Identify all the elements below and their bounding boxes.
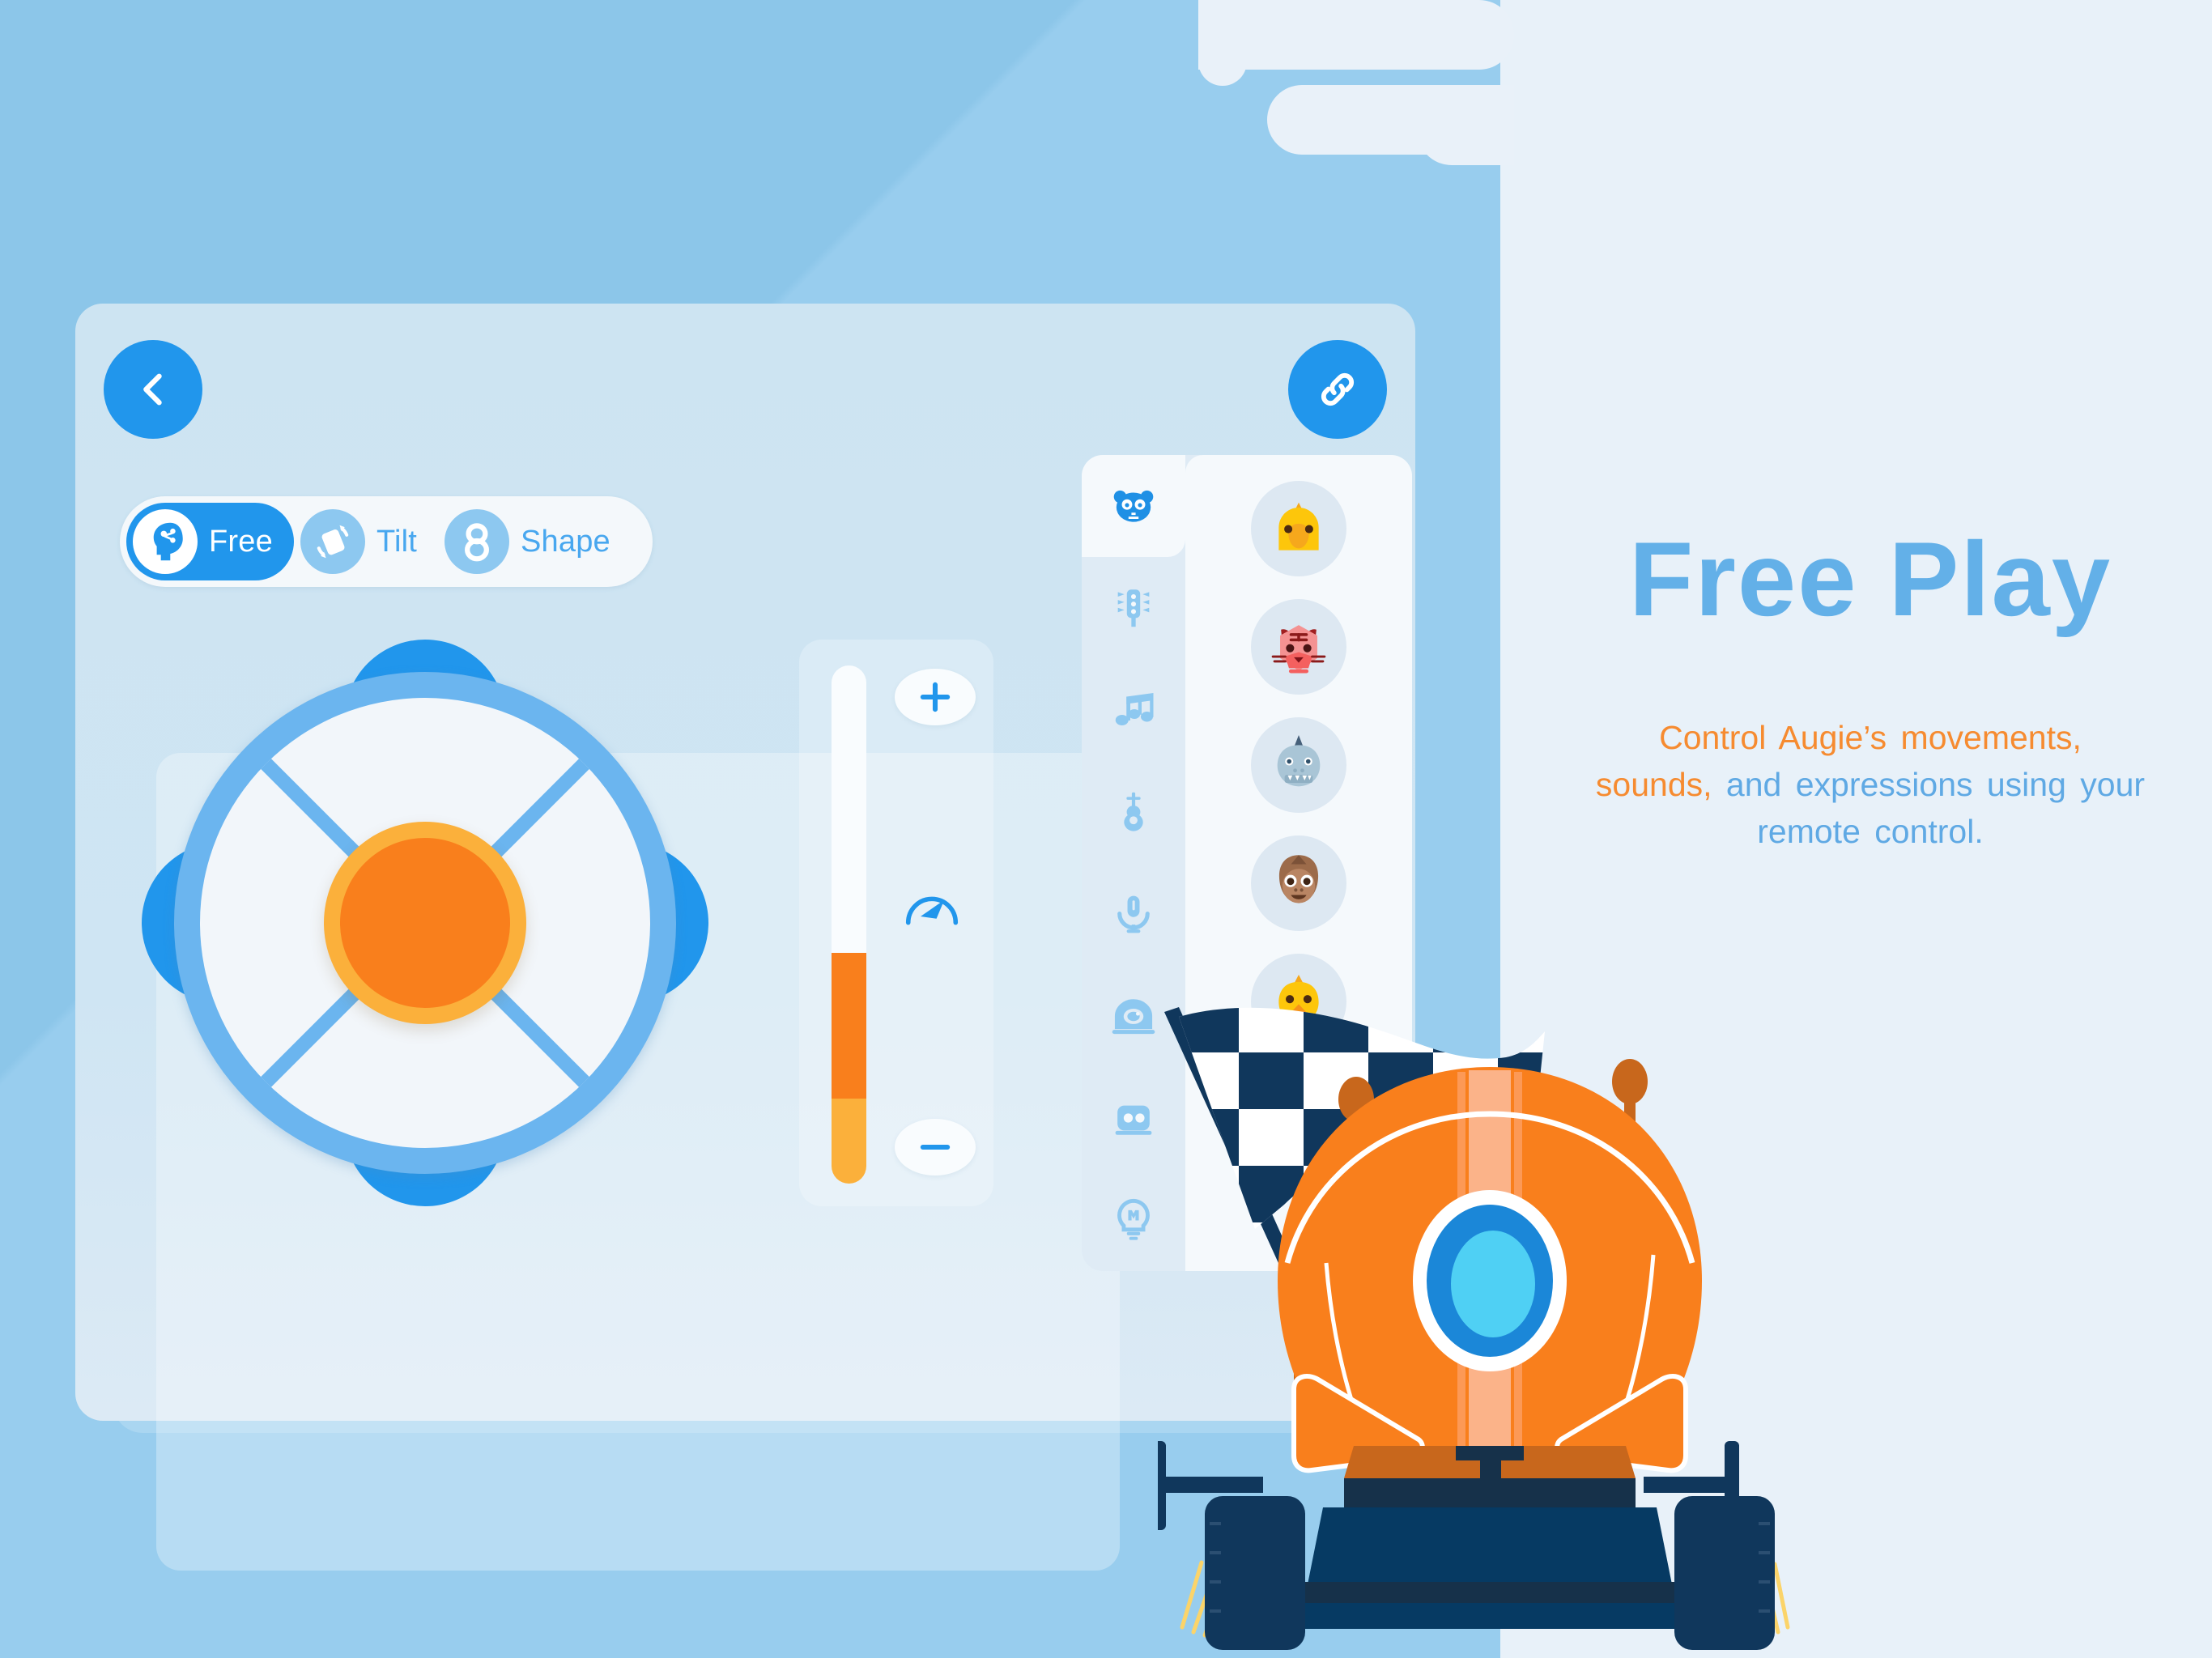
back-button[interactable] bbox=[104, 340, 202, 439]
avatar-rhino[interactable] bbox=[1251, 717, 1346, 813]
robot-illustration bbox=[1151, 996, 1822, 1658]
lightbulb-m-icon bbox=[1117, 1198, 1150, 1240]
microphone-icon bbox=[1117, 895, 1150, 933]
direction-pad bbox=[142, 640, 708, 1206]
rail-item-music[interactable] bbox=[1082, 659, 1185, 761]
speed-slider-fill-orange bbox=[832, 953, 866, 1099]
figure-eight-icon bbox=[444, 509, 509, 574]
page-description: Control Augie’s movements, sounds, and e… bbox=[1595, 714, 2146, 856]
mode-segmented-control: Free Tilt Shape bbox=[120, 496, 653, 587]
bird-avatar bbox=[1278, 502, 1319, 551]
mode-tab-tilt-label: Tilt bbox=[376, 524, 417, 559]
rail-item-animals[interactable] bbox=[1082, 455, 1185, 557]
traffic-light-icon bbox=[1117, 589, 1150, 627]
mode-tab-tilt[interactable]: Tilt bbox=[294, 503, 438, 580]
page-description-rest: and expressions using your remote contro… bbox=[1712, 766, 2146, 851]
avatar-bird[interactable] bbox=[1251, 481, 1346, 576]
dpad-center-button[interactable] bbox=[324, 822, 526, 1024]
mode-tab-shape-label: Shape bbox=[520, 524, 610, 559]
dpad-ring bbox=[174, 672, 676, 1174]
camera-eye-icon bbox=[1112, 999, 1155, 1035]
mode-tab-free-label: Free bbox=[209, 524, 273, 559]
avatar-monkey[interactable] bbox=[1251, 835, 1346, 931]
decorative-cloud-bar-3 bbox=[1417, 96, 1514, 165]
speedometer-icon bbox=[903, 882, 961, 932]
panda-face-icon bbox=[1113, 490, 1154, 522]
screenshot-root: Free Tilt Shape Free Play Control Augie’… bbox=[0, 0, 2212, 1658]
robot-body-icon bbox=[1115, 1105, 1152, 1135]
mode-tab-shape[interactable]: Shape bbox=[438, 503, 632, 580]
speed-decrease-button[interactable] bbox=[895, 1119, 976, 1175]
plus-icon bbox=[920, 682, 951, 712]
speed-increase-button[interactable] bbox=[895, 669, 976, 725]
speed-control-panel bbox=[799, 640, 993, 1206]
link-icon bbox=[1321, 372, 1355, 406]
robot-chassis bbox=[1304, 1446, 1676, 1629]
rhino-avatar bbox=[1277, 735, 1321, 787]
rail-item-traffic[interactable] bbox=[1082, 557, 1185, 659]
rail-item-guitar[interactable] bbox=[1082, 761, 1185, 863]
minus-icon bbox=[920, 1144, 951, 1150]
brain-head-icon bbox=[133, 509, 198, 574]
device-rotate-icon bbox=[300, 509, 365, 574]
guitar-icon bbox=[1124, 792, 1143, 831]
chevron-left-icon bbox=[143, 373, 162, 406]
music-notes-icon bbox=[1115, 693, 1154, 725]
rail-item-microphone[interactable] bbox=[1082, 863, 1185, 965]
speed-slider-fill-yellow bbox=[832, 1099, 866, 1184]
page-title: Free Play bbox=[1628, 520, 2112, 638]
mode-tab-free[interactable]: Free bbox=[126, 503, 294, 580]
speed-slider[interactable] bbox=[832, 665, 866, 1184]
link-button[interactable] bbox=[1288, 340, 1387, 439]
decorative-cloud-dot bbox=[1198, 37, 1247, 86]
tiger-avatar bbox=[1271, 625, 1326, 674]
avatar-tiger[interactable] bbox=[1251, 599, 1346, 695]
info-column: Free Play Control Augie’s movements, sou… bbox=[1595, 518, 2146, 856]
robot-body bbox=[1278, 1067, 1702, 1486]
monkey-avatar bbox=[1278, 855, 1319, 903]
